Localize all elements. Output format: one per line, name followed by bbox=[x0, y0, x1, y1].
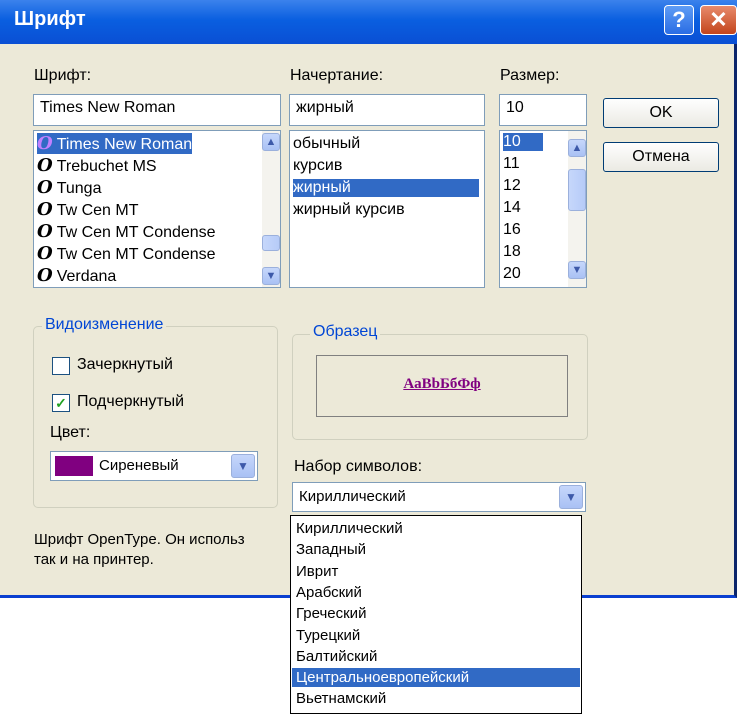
scroll-up-icon[interactable]: ▲ bbox=[568, 139, 586, 157]
font-list-item[interactable]: O Trebuchet MS bbox=[37, 155, 157, 176]
size-list-item[interactable]: 18 bbox=[503, 243, 543, 261]
ok-button[interactable]: OK bbox=[603, 98, 719, 128]
opentype-icon: O bbox=[37, 265, 53, 286]
title-bar: Шрифт ? ✕ bbox=[0, 0, 737, 44]
color-swatch bbox=[55, 456, 93, 476]
charset-label: Набор символов: bbox=[294, 458, 423, 475]
effects-group-label: Видоизменение bbox=[42, 316, 167, 334]
description-line-1: Шрифт OpenType. Он использ bbox=[34, 531, 245, 548]
charset-option[interactable]: Вьетнамский bbox=[292, 689, 580, 708]
chevron-down-icon[interactable]: ▼ bbox=[231, 454, 255, 478]
font-dialog: Шрифт ? ✕ Шрифт: Times New Roman ▲ ▼ O Ti… bbox=[0, 0, 737, 598]
style-list-item[interactable]: жирный bbox=[293, 179, 479, 197]
sample-text: AaBbБбФф bbox=[403, 376, 481, 392]
style-list-item[interactable]: курсив bbox=[293, 157, 479, 175]
scroll-down-icon[interactable]: ▼ bbox=[568, 261, 586, 279]
font-list-item[interactable]: O Tw Cen MT bbox=[37, 199, 138, 220]
opentype-icon: O bbox=[37, 243, 53, 264]
charset-option[interactable]: Иврит bbox=[292, 562, 580, 581]
charset-option[interactable]: Кириллический bbox=[292, 519, 580, 538]
chevron-down-icon[interactable]: ▼ bbox=[559, 485, 583, 509]
charset-option[interactable]: Западный bbox=[292, 540, 580, 559]
style-list[interactable]: обычный курсив жирный жирный курсив bbox=[289, 130, 485, 288]
font-list-item[interactable]: O Tunga bbox=[37, 177, 101, 198]
font-name-input[interactable]: Times New Roman bbox=[33, 94, 281, 126]
opentype-icon: O bbox=[37, 221, 53, 242]
underline-label: Подчеркнутый bbox=[77, 393, 185, 410]
font-list-item[interactable]: O Times New Roman bbox=[37, 133, 193, 154]
strikeout-checkbox[interactable] bbox=[52, 357, 70, 375]
close-button[interactable]: ✕ bbox=[700, 5, 737, 35]
charset-dropdown-list[interactable]: Кириллический Западный Иврит Арабский Гречес… bbox=[290, 515, 582, 714]
charset-option[interactable]: Греческий bbox=[292, 604, 580, 623]
font-list-item-label: Tunga bbox=[56, 180, 102, 197]
font-label: Шрифт: bbox=[34, 67, 92, 84]
cancel-button[interactable]: Отмена bbox=[603, 142, 719, 172]
size-list-item[interactable]: 10 bbox=[503, 133, 543, 151]
font-list-item-label: Tw Cen MT Condense bbox=[56, 224, 216, 241]
help-button[interactable]: ? bbox=[664, 5, 694, 35]
font-list[interactable]: ▲ ▼ O Times New Roman O Trebuchet MS O Tunga O… bbox=[33, 130, 281, 288]
scroll-thumb[interactable] bbox=[568, 169, 586, 211]
font-list-item[interactable]: O Tw Cen MT Condense bbox=[37, 221, 216, 242]
font-list-item-label: Tw Cen MT bbox=[56, 202, 139, 219]
font-list-item[interactable]: O Tw Cen MT Condense bbox=[37, 243, 216, 264]
opentype-icon: O bbox=[37, 133, 53, 154]
style-label: Начертание: bbox=[290, 67, 384, 84]
font-list-item[interactable]: O Verdana bbox=[37, 265, 116, 286]
size-list-item[interactable]: 14 bbox=[503, 199, 543, 217]
charset-option[interactable]: Турецкий bbox=[292, 626, 580, 645]
style-input[interactable]: жирный bbox=[289, 94, 485, 126]
charset-select[interactable]: Кириллический ▼ bbox=[292, 482, 586, 512]
font-description: Шрифт OpenType. Он использ так и на прин… bbox=[34, 530, 290, 570]
font-list-scrollbar[interactable] bbox=[262, 131, 280, 287]
strikeout-label: Зачеркнутый bbox=[77, 356, 173, 373]
opentype-icon: O bbox=[37, 199, 53, 220]
font-list-item-label: Trebuchet MS bbox=[56, 158, 157, 175]
font-list-item-label: Verdana bbox=[56, 268, 117, 285]
window-title: Шрифт bbox=[14, 8, 86, 30]
color-select[interactable]: Сиреневый ▼ bbox=[50, 451, 258, 481]
charset-option[interactable]: Арабский bbox=[292, 583, 580, 602]
opentype-icon: O bbox=[37, 177, 53, 198]
underline-checkbox[interactable]: ✓ bbox=[52, 394, 70, 412]
charset-value: Кириллический bbox=[299, 488, 406, 505]
size-label: Размер: bbox=[500, 67, 560, 84]
charset-option[interactable]: Центральноевропейский bbox=[292, 668, 580, 688]
size-input[interactable]: 10 bbox=[499, 94, 587, 126]
color-value: Сиреневый bbox=[99, 457, 179, 474]
style-list-item[interactable]: обычный bbox=[293, 135, 479, 153]
style-list-item[interactable]: жирный курсив bbox=[293, 201, 479, 219]
size-list-item[interactable]: 12 bbox=[503, 177, 543, 195]
size-list[interactable]: ▲ ▼ 10 11 12 14 16 18 20 bbox=[499, 130, 587, 288]
opentype-icon: O bbox=[37, 155, 53, 176]
scroll-down-icon[interactable]: ▼ bbox=[262, 267, 280, 285]
font-list-item-label: Times New Roman bbox=[56, 136, 193, 153]
size-list-item[interactable]: 20 bbox=[503, 265, 543, 283]
scroll-up-icon[interactable]: ▲ bbox=[262, 133, 280, 151]
description-line-2: так и на принтер. bbox=[34, 551, 154, 568]
charset-option[interactable]: Балтийский bbox=[292, 647, 580, 666]
size-list-item[interactable]: 16 bbox=[503, 221, 543, 239]
size-list-item[interactable]: 11 bbox=[503, 155, 543, 173]
sample-group-label: Образец bbox=[310, 323, 381, 341]
sample-preview: AaBbБбФф bbox=[316, 355, 568, 417]
scroll-thumb[interactable] bbox=[262, 235, 280, 251]
font-list-item-label: Tw Cen MT Condense bbox=[56, 246, 216, 263]
color-label: Цвет: bbox=[50, 424, 91, 441]
